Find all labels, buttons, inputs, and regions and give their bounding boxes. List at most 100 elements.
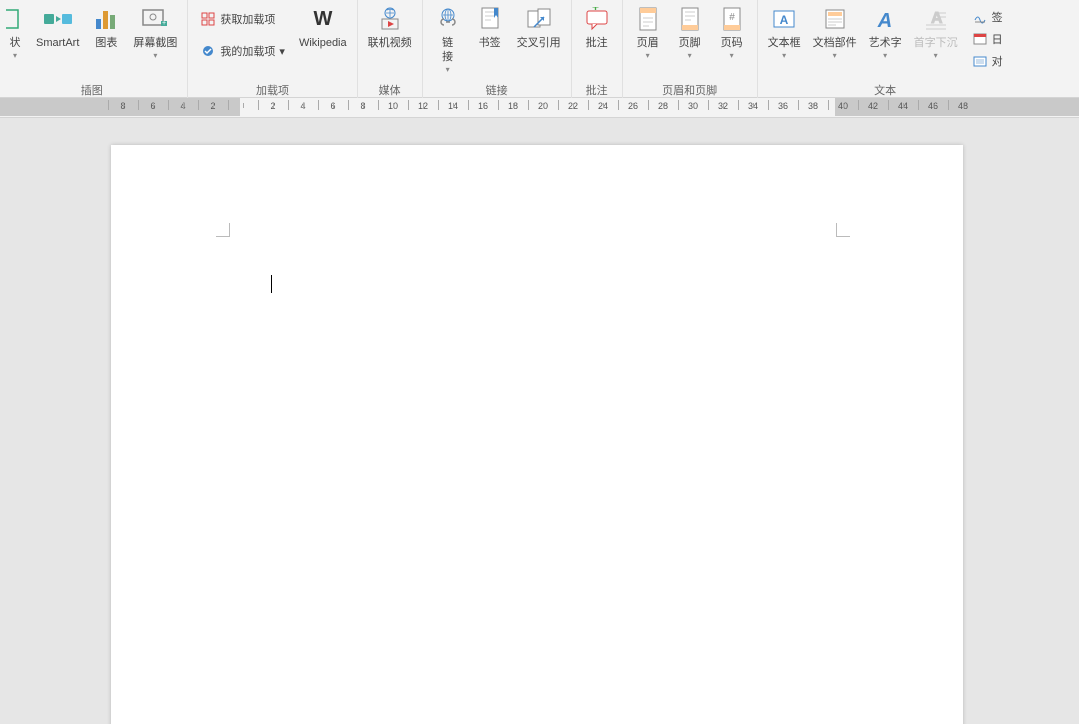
datetime-button[interactable]: 日	[966, 28, 1009, 50]
dropcap-icon: A	[921, 4, 951, 34]
wikipedia-button[interactable]: W Wikipedia	[293, 2, 353, 80]
shapes-button-partial[interactable]: 状 ▾	[0, 2, 30, 80]
link-icon	[433, 4, 463, 34]
screenshot-button[interactable]: + 屏幕截图 ▾	[127, 2, 183, 80]
my-addins-button[interactable]: 我的加载项 ▾	[194, 40, 291, 62]
dropcap-button[interactable]: A 首字下沉 ▾	[908, 2, 964, 80]
ruler-segment: 26	[618, 98, 648, 116]
ribbon-group-illustrations: 状 ▾ SmartArt 图表 + 屏幕截图 ▾ 插图	[0, 0, 188, 98]
wikipedia-label: Wikipedia	[299, 36, 347, 50]
chevron-down-icon: ▾	[934, 51, 938, 60]
ruler-segment: 42	[858, 98, 888, 116]
svg-text:#: #	[729, 12, 735, 23]
svg-text:+: +	[162, 20, 166, 27]
ruler-segment: 30	[678, 98, 708, 116]
ruler-segment: 22	[558, 98, 588, 116]
textbox-label: 文本框	[768, 36, 801, 50]
ruler-segment: 4	[288, 98, 318, 116]
get-addins-button[interactable]: 获取加载项	[194, 8, 291, 30]
wordart-icon: A	[870, 4, 900, 34]
link-button[interactable]: 链 接 ▾	[427, 2, 469, 80]
ruler-segment: 2	[258, 98, 288, 116]
margin-mark-top-left	[216, 223, 230, 237]
svg-text:W: W	[313, 8, 332, 30]
horizontal-ruler[interactable]: 8642246810121416182022242628303234363840…	[0, 98, 1079, 118]
ruler-segment: 16	[468, 98, 498, 116]
signature-button[interactable]: 签	[966, 6, 1009, 28]
smartart-button[interactable]: SmartArt	[30, 2, 85, 80]
quickparts-icon	[820, 4, 850, 34]
ruler-segment: 24	[588, 98, 618, 116]
ruler-segment	[228, 98, 258, 116]
chevron-down-icon: ▾	[446, 65, 450, 74]
ruler-segment: 20	[528, 98, 558, 116]
chevron-down-icon: ▾	[688, 51, 692, 60]
text-cursor	[271, 275, 272, 293]
header-label: 页眉	[637, 36, 659, 50]
svg-text:+: +	[592, 7, 599, 14]
ribbon-group-comments: + 批注 批注	[572, 0, 623, 98]
wordart-label: 艺术字	[869, 36, 902, 50]
chevron-down-icon: ▾	[646, 51, 650, 60]
document-area[interactable]	[0, 119, 1079, 724]
myaddins-icon	[200, 43, 216, 59]
margin-mark-top-right	[836, 223, 850, 237]
ruler-segment: 38	[798, 98, 828, 116]
datetime-label: 日	[992, 31, 1003, 47]
chart-label: 图表	[95, 36, 117, 50]
chevron-down-icon: ▾	[782, 51, 786, 60]
bookmark-button[interactable]: 书签	[469, 2, 511, 80]
textbox-button[interactable]: A 文本框 ▾	[762, 2, 807, 80]
comment-label: 批注	[586, 36, 608, 50]
ruler-segment: 8	[348, 98, 378, 116]
chart-button[interactable]: 图表	[85, 2, 127, 80]
header-icon	[633, 4, 663, 34]
smartart-label: SmartArt	[36, 36, 79, 50]
footer-button[interactable]: 页脚 ▾	[669, 2, 711, 80]
quickparts-button[interactable]: 文档部件 ▾	[807, 2, 863, 80]
ruler-segment: 4	[168, 98, 198, 116]
object-icon	[972, 53, 988, 69]
ruler-segment: 12	[408, 98, 438, 116]
ruler-segment: 2	[198, 98, 228, 116]
document-page[interactable]	[111, 145, 963, 724]
ruler-segment: 28	[648, 98, 678, 116]
comment-icon: +	[582, 4, 612, 34]
svg-text:A: A	[877, 10, 892, 31]
pagenum-label: 页码	[721, 36, 743, 50]
object-button[interactable]: 对	[966, 50, 1009, 72]
signature-icon	[972, 9, 988, 25]
comment-button[interactable]: + 批注	[576, 2, 618, 80]
ruler-segment: 36	[768, 98, 798, 116]
crossref-button[interactable]: 交叉引用	[511, 2, 567, 80]
ruler-segment: 8	[108, 98, 138, 116]
ribbon-group-links: 链 接 ▾ 书签 交叉引用 链接	[423, 0, 572, 98]
ribbon-group-text: A 文本框 ▾ 文档部件 ▾ A 艺术字 ▾ A 首字下沉 ▾	[758, 0, 1013, 98]
chevron-down-icon: ▾	[883, 51, 887, 60]
dropcap-label: 首字下沉	[914, 36, 958, 50]
header-button[interactable]: 页眉 ▾	[627, 2, 669, 80]
screenshot-label: 屏幕截图	[133, 36, 177, 50]
quickparts-label: 文档部件	[813, 36, 857, 50]
smartart-icon	[43, 4, 73, 34]
bookmark-icon	[475, 4, 505, 34]
wordart-button[interactable]: A 艺术字 ▾	[863, 2, 908, 80]
ruler-segment: 40	[828, 98, 858, 116]
ribbon: 状 ▾ SmartArt 图表 + 屏幕截图 ▾ 插图	[0, 0, 1079, 98]
link-label: 链 接	[442, 36, 453, 64]
online-video-button[interactable]: 联机视频	[362, 2, 418, 80]
online-video-label: 联机视频	[368, 36, 412, 50]
video-icon	[375, 4, 405, 34]
svg-text:A: A	[780, 13, 789, 27]
pagenum-button[interactable]: # 页码 ▾	[711, 2, 753, 80]
ruler-segment: 14	[438, 98, 468, 116]
screenshot-icon: +	[140, 4, 170, 34]
ruler-segment: 6	[318, 98, 348, 116]
ruler-segment: 34	[738, 98, 768, 116]
ruler-segment: 6	[138, 98, 168, 116]
bookmark-label: 书签	[479, 36, 501, 50]
get-addins-label: 获取加载项	[220, 11, 275, 27]
wikipedia-icon: W	[308, 4, 338, 34]
footer-label: 页脚	[679, 36, 701, 50]
ruler-segment: 44	[888, 98, 918, 116]
